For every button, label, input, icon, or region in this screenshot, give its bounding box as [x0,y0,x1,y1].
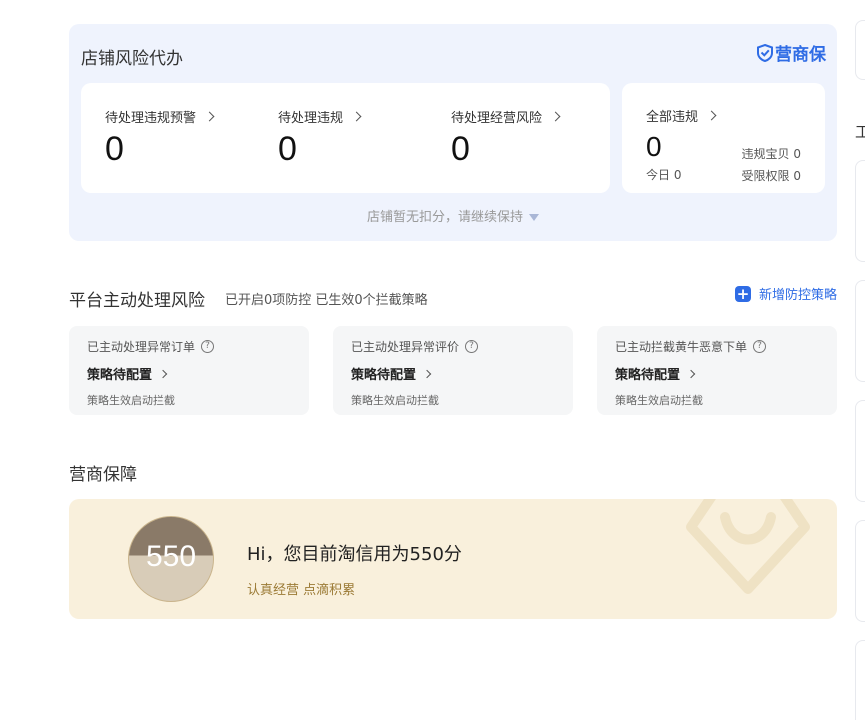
strategy-card-desc: 策略生效启动拦截 [87,394,175,407]
strategy-card-desc: 策略生效启动拦截 [351,394,439,407]
chevron-right-icon [706,110,717,121]
chevron-right-icon [351,111,362,122]
credit-score-value: 550 [145,540,197,573]
risk-footer-text: 店铺暂无扣分，请继续保持 [366,210,523,225]
stat-label: 待处理违规预警 [105,111,197,126]
stat-value: 0 [278,130,297,168]
chevron-right-icon [686,369,696,378]
strategy-card-desc: 策略生效启动拦截 [615,394,703,407]
platform-risk-subtitle: 已开启0项防控 已生效0个拦截策略 [225,293,428,308]
guarantee-card: 550 Hi，您目前淘信用为550分 认真经营 点滴积累 [69,499,837,619]
strategy-card-orders: 已主动处理异常订单 ? 策略待配置 策略生效启动拦截 [69,326,309,415]
all-violations-label: 全部违规 [646,110,699,125]
strategy-card-title: 已主动处理异常订单 [87,340,196,354]
chevron-right-icon [158,369,168,378]
credit-motto: 认真经营 点滴积累 [247,583,356,598]
side-panel-card [855,520,865,622]
risk-footer[interactable]: 店铺暂无扣分，请继续保持 [69,206,837,225]
side-panel-card [855,400,865,502]
today-count: 今日 0 [646,168,682,182]
help-icon[interactable]: ? [201,340,215,353]
stat-value: 0 [451,130,470,168]
configure-strategy-link[interactable]: 策略待配置 [351,364,432,383]
shield-watermark-icon [686,499,810,594]
stat-value: 0 [105,130,124,168]
all-violations-value: 0 [646,131,662,162]
strategy-card-title: 已主动处理异常评价 [351,340,460,354]
credit-score-badge: 550 [128,516,214,602]
help-icon[interactable]: ? [753,340,767,353]
configure-strategy-link[interactable]: 策略待配置 [87,364,168,383]
pending-business-risk[interactable]: 待处理经营风险 0 [451,107,561,168]
strategy-card-scalpers: 已主动拦截黄牛恶意下单 ? 策略待配置 策略生效启动拦截 [597,326,837,415]
stat-label: 待处理经营风险 [451,111,543,126]
violation-items-count: 违规宝贝 0 [741,147,801,161]
brand-logo: 营商保 [757,40,826,65]
caret-down-icon [529,214,539,221]
brand-logo-text: 营商保 [775,45,826,65]
page: 店铺风险代办 营商保 待处理违规预警 0 待处理违规 0 待处理经营风险 0 全… [0,0,865,720]
side-panel-card [855,640,865,720]
chevron-right-icon [422,369,432,378]
credit-greeting: Hi，您目前淘信用为550分 [247,544,462,565]
platform-risk-title: 平台主动处理风险 [69,291,205,311]
stat-label: 待处理违规 [278,111,344,126]
side-panel-card [855,160,865,262]
side-panel-card [855,280,865,382]
shield-check-icon [757,43,773,62]
configure-strategy-label: 策略待配置 [87,368,153,383]
strategy-card-reviews: 已主动处理异常评价 ? 策略待配置 策略生效启动拦截 [333,326,573,415]
plus-icon: + [734,284,751,303]
configure-strategy-link[interactable]: 策略待配置 [615,364,696,383]
store-risk-card: 店铺风险代办 营商保 待处理违规预警 0 待处理违规 0 待处理经营风险 0 全… [69,24,837,241]
store-risk-title: 店铺风险代办 [81,49,183,69]
all-violations-link[interactable]: 全部违规 [646,106,717,125]
configure-strategy-label: 策略待配置 [615,368,681,383]
add-strategy-label: 新增防控策略 [758,288,837,303]
help-icon[interactable]: ? [465,340,479,353]
chevron-right-icon [550,111,561,122]
side-panel-card [855,20,865,80]
guarantee-title: 营商保障 [69,465,137,485]
side-panel-heading: 工 [855,123,865,141]
strategy-card-title: 已主动拦截黄牛恶意下单 [615,340,748,354]
restricted-permissions-count: 受限权限 0 [741,169,801,183]
all-violations-panel: 全部违规 0 今日 0 违规宝贝 0 受限权限 0 [622,83,825,193]
configure-strategy-label: 策略待配置 [351,368,417,383]
add-strategy-button[interactable]: + 新增防控策略 [734,284,837,303]
pending-violation[interactable]: 待处理违规 0 [278,107,362,168]
pending-violation-warning[interactable]: 待处理违规预警 0 [105,107,215,168]
pending-risk-panel: 待处理违规预警 0 待处理违规 0 待处理经营风险 0 [81,83,610,193]
chevron-right-icon [204,111,215,122]
